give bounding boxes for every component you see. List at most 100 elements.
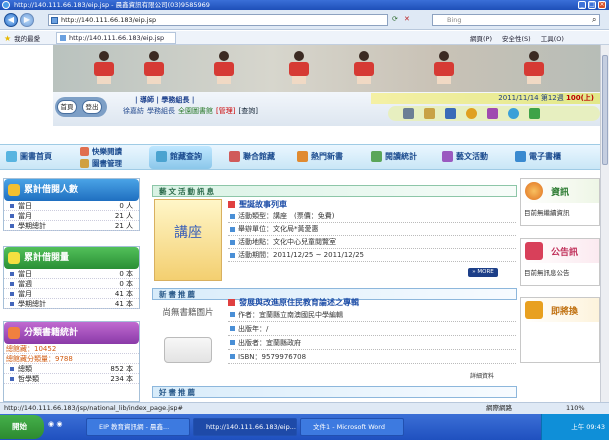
menu-item-ebooks[interactable]: 電子書櫃 bbox=[515, 151, 561, 162]
info-icon[interactable] bbox=[508, 108, 519, 119]
date-text: 2011/11/14 第12週 bbox=[498, 94, 566, 102]
books-icon bbox=[80, 159, 89, 168]
menu-item-home[interactable]: 圖書首頁 bbox=[6, 151, 52, 162]
goodbook-section-header: 好書推薦 bbox=[152, 386, 517, 398]
date-bar: 2011/11/14 第12週 100(上) bbox=[371, 93, 600, 104]
poster-text: 講座 bbox=[174, 225, 202, 241]
browser-app-icon bbox=[2, 1, 10, 9]
window-icon[interactable] bbox=[445, 108, 456, 119]
info-title: 資訊 bbox=[551, 188, 570, 198]
quick-launch[interactable]: ◉ ◉ bbox=[48, 420, 78, 434]
forward-button[interactable]: ▶ bbox=[20, 13, 34, 27]
menu-item-search[interactable]: 館藏查詢 bbox=[156, 151, 202, 162]
book-placeholder-icon bbox=[164, 337, 212, 363]
visitors-title: 累計借閱人數 bbox=[24, 185, 79, 195]
menu-item-fast-read[interactable]: 快樂閱讀 bbox=[80, 146, 122, 157]
detail-link[interactable]: 詳細資料 bbox=[470, 371, 494, 380]
window-title-bar: http://140.111.66.183/eip.jsp - 晨鑫資訊有限公司… bbox=[0, 0, 609, 10]
task-eip[interactable]: EIP 教育資訊網 - 晨鑫... bbox=[86, 418, 190, 436]
event-detail-row: 活動地點：文化中心兒童閱覽室 bbox=[228, 236, 516, 249]
menu-item-hot[interactable]: 熱門新書 bbox=[297, 151, 343, 162]
role-tabs[interactable]: | 導師 | 學務組長 | bbox=[135, 95, 194, 105]
event-details: 活動類型：講座 (票價：免費) 舉辦單位：文化局*黃愛惠 活動地點：文化中心兒童… bbox=[228, 210, 516, 262]
menu-item-union[interactable]: 聯合館藏 bbox=[229, 151, 275, 162]
start-button[interactable]: 開始 bbox=[0, 415, 44, 439]
folder-icon[interactable] bbox=[424, 108, 435, 119]
tools-menu[interactable]: 工具(O) bbox=[541, 33, 564, 43]
page-menu[interactable]: 網頁(P) bbox=[470, 33, 492, 43]
event-poster[interactable]: 講座 bbox=[154, 199, 222, 281]
catalog-header: 分類書籍統計 bbox=[4, 322, 139, 344]
zone-text: 網際網路 bbox=[486, 404, 512, 412]
home-logout-group: 首頁 登出 bbox=[55, 97, 107, 117]
notice-panel: 公告訊 目前無訊息公告 bbox=[520, 238, 600, 286]
calendar-icon[interactable] bbox=[529, 108, 540, 119]
library-name: 全園圖書館 bbox=[178, 107, 213, 115]
home-button[interactable]: 首頁 bbox=[57, 100, 77, 114]
event-bullet-icon bbox=[228, 201, 235, 208]
vertical-scrollbar[interactable] bbox=[600, 45, 609, 402]
search-icon bbox=[156, 151, 167, 162]
task-browser[interactable]: http://140.111.66.183/eip... bbox=[193, 418, 297, 436]
logout-button[interactable]: 登出 bbox=[82, 100, 102, 114]
scrollbar-thumb[interactable] bbox=[602, 55, 608, 165]
event-detail-row: 活動期間：2011/12/25 ~ 2011/12/25 bbox=[228, 249, 516, 262]
notice-title: 公告訊 bbox=[551, 248, 579, 258]
menu-lib-manage-label: 圖書管理 bbox=[92, 159, 122, 168]
menu-item-lib-manage[interactable]: 圖書管理 bbox=[80, 158, 122, 169]
maximize-button[interactable]: □ bbox=[588, 1, 596, 9]
search-input[interactable]: Bing bbox=[432, 14, 600, 26]
book-title-row[interactable]: 發展與改進原住民教育論述之專輯 bbox=[228, 297, 359, 308]
library-icon bbox=[229, 151, 240, 162]
user-role: 學務組長 bbox=[147, 107, 175, 115]
chart-icon bbox=[371, 151, 382, 162]
menu-label: 館藏查詢 bbox=[170, 152, 202, 161]
menu-item-arts[interactable]: 藝文活動 bbox=[442, 151, 488, 162]
minimize-button[interactable]: _ bbox=[578, 1, 586, 9]
globe-icon bbox=[525, 182, 543, 200]
browser-tab[interactable]: http://140.111.66.183/eip.jsp bbox=[56, 32, 176, 44]
back-button[interactable]: ◀ bbox=[4, 13, 18, 27]
info-panel: 資訊 目前無繼續資訊 bbox=[520, 178, 600, 226]
close-button[interactable]: × bbox=[598, 1, 606, 9]
stat-row: 學期總計 41 本 bbox=[4, 299, 139, 309]
window-title: http://140.111.66.183/eip.jsp - 晨鑫資訊有限公司… bbox=[14, 1, 210, 9]
settings-icon[interactable] bbox=[487, 108, 498, 119]
printer-icon[interactable] bbox=[403, 108, 414, 119]
favorites-bar: ★ 我的最愛 http://140.111.66.183/eip.jsp 網頁(… bbox=[0, 31, 609, 45]
search-icon[interactable]: ⌕ bbox=[592, 15, 596, 25]
address-toolbar: ◀ ▶ http://140.111.66.183/eip.jsp ⟳ ✕ Bi… bbox=[0, 10, 609, 30]
menu-label: 電子書櫃 bbox=[529, 152, 561, 161]
menu-item-stats[interactable]: 閱讀統計 bbox=[371, 151, 417, 162]
favorites-button[interactable]: ★ 我的最愛 bbox=[4, 33, 41, 44]
stat-row[interactable]: 總類 852 本 bbox=[4, 364, 139, 374]
books-icon bbox=[8, 252, 20, 264]
stat-row[interactable]: 哲學類 234 本 bbox=[4, 374, 139, 384]
task-word[interactable]: 文件1 - Microsoft Word bbox=[300, 418, 404, 436]
banner-figure bbox=[433, 51, 455, 85]
favorites-label: 我的最愛 bbox=[14, 35, 41, 43]
safety-menu[interactable]: 安全性(S) bbox=[502, 33, 531, 43]
stat-row: 當日 0 人 bbox=[4, 201, 139, 211]
category-icon bbox=[8, 327, 20, 339]
url-input[interactable]: http://140.111.66.183/eip.jsp bbox=[48, 14, 388, 26]
ebook-icon bbox=[515, 151, 526, 162]
refresh-icon[interactable]: ⟳ bbox=[392, 15, 398, 23]
book-detail-row: 出版者：宜蘭縣政府 bbox=[228, 336, 516, 350]
menu-label: 聯合館藏 bbox=[243, 152, 275, 161]
user-icon[interactable] bbox=[466, 108, 477, 119]
people-icon bbox=[8, 184, 20, 196]
event-title-row[interactable]: 聖誕故事列車 bbox=[228, 199, 287, 210]
manage-link[interactable]: [管理] bbox=[216, 106, 235, 116]
visitors-panel: 累計借閱人數 當日 0 人 當月 21 人 學期總計 21 人 bbox=[3, 178, 140, 231]
info-header: 資訊 bbox=[521, 179, 599, 203]
stop-icon[interactable]: ✕ bbox=[404, 15, 410, 23]
user-line: 徐嘉紡 學務組長 全園圖書館 [管理] [查詢] bbox=[123, 106, 258, 116]
borrow-title: 累計借閱量 bbox=[24, 253, 70, 263]
zoom-control[interactable]: 110% bbox=[566, 403, 585, 414]
more-button[interactable]: » MORE bbox=[468, 268, 498, 277]
clock-icon bbox=[525, 301, 543, 319]
page-viewport: 首頁 登出 | 導師 | 學務組長 | 徐嘉紡 學務組長 全園圖書館 [管理] … bbox=[0, 45, 600, 402]
event-detail-row: 活動類型：講座 (票價：免費) bbox=[228, 210, 516, 223]
query-link[interactable]: [查詢] bbox=[238, 106, 257, 116]
